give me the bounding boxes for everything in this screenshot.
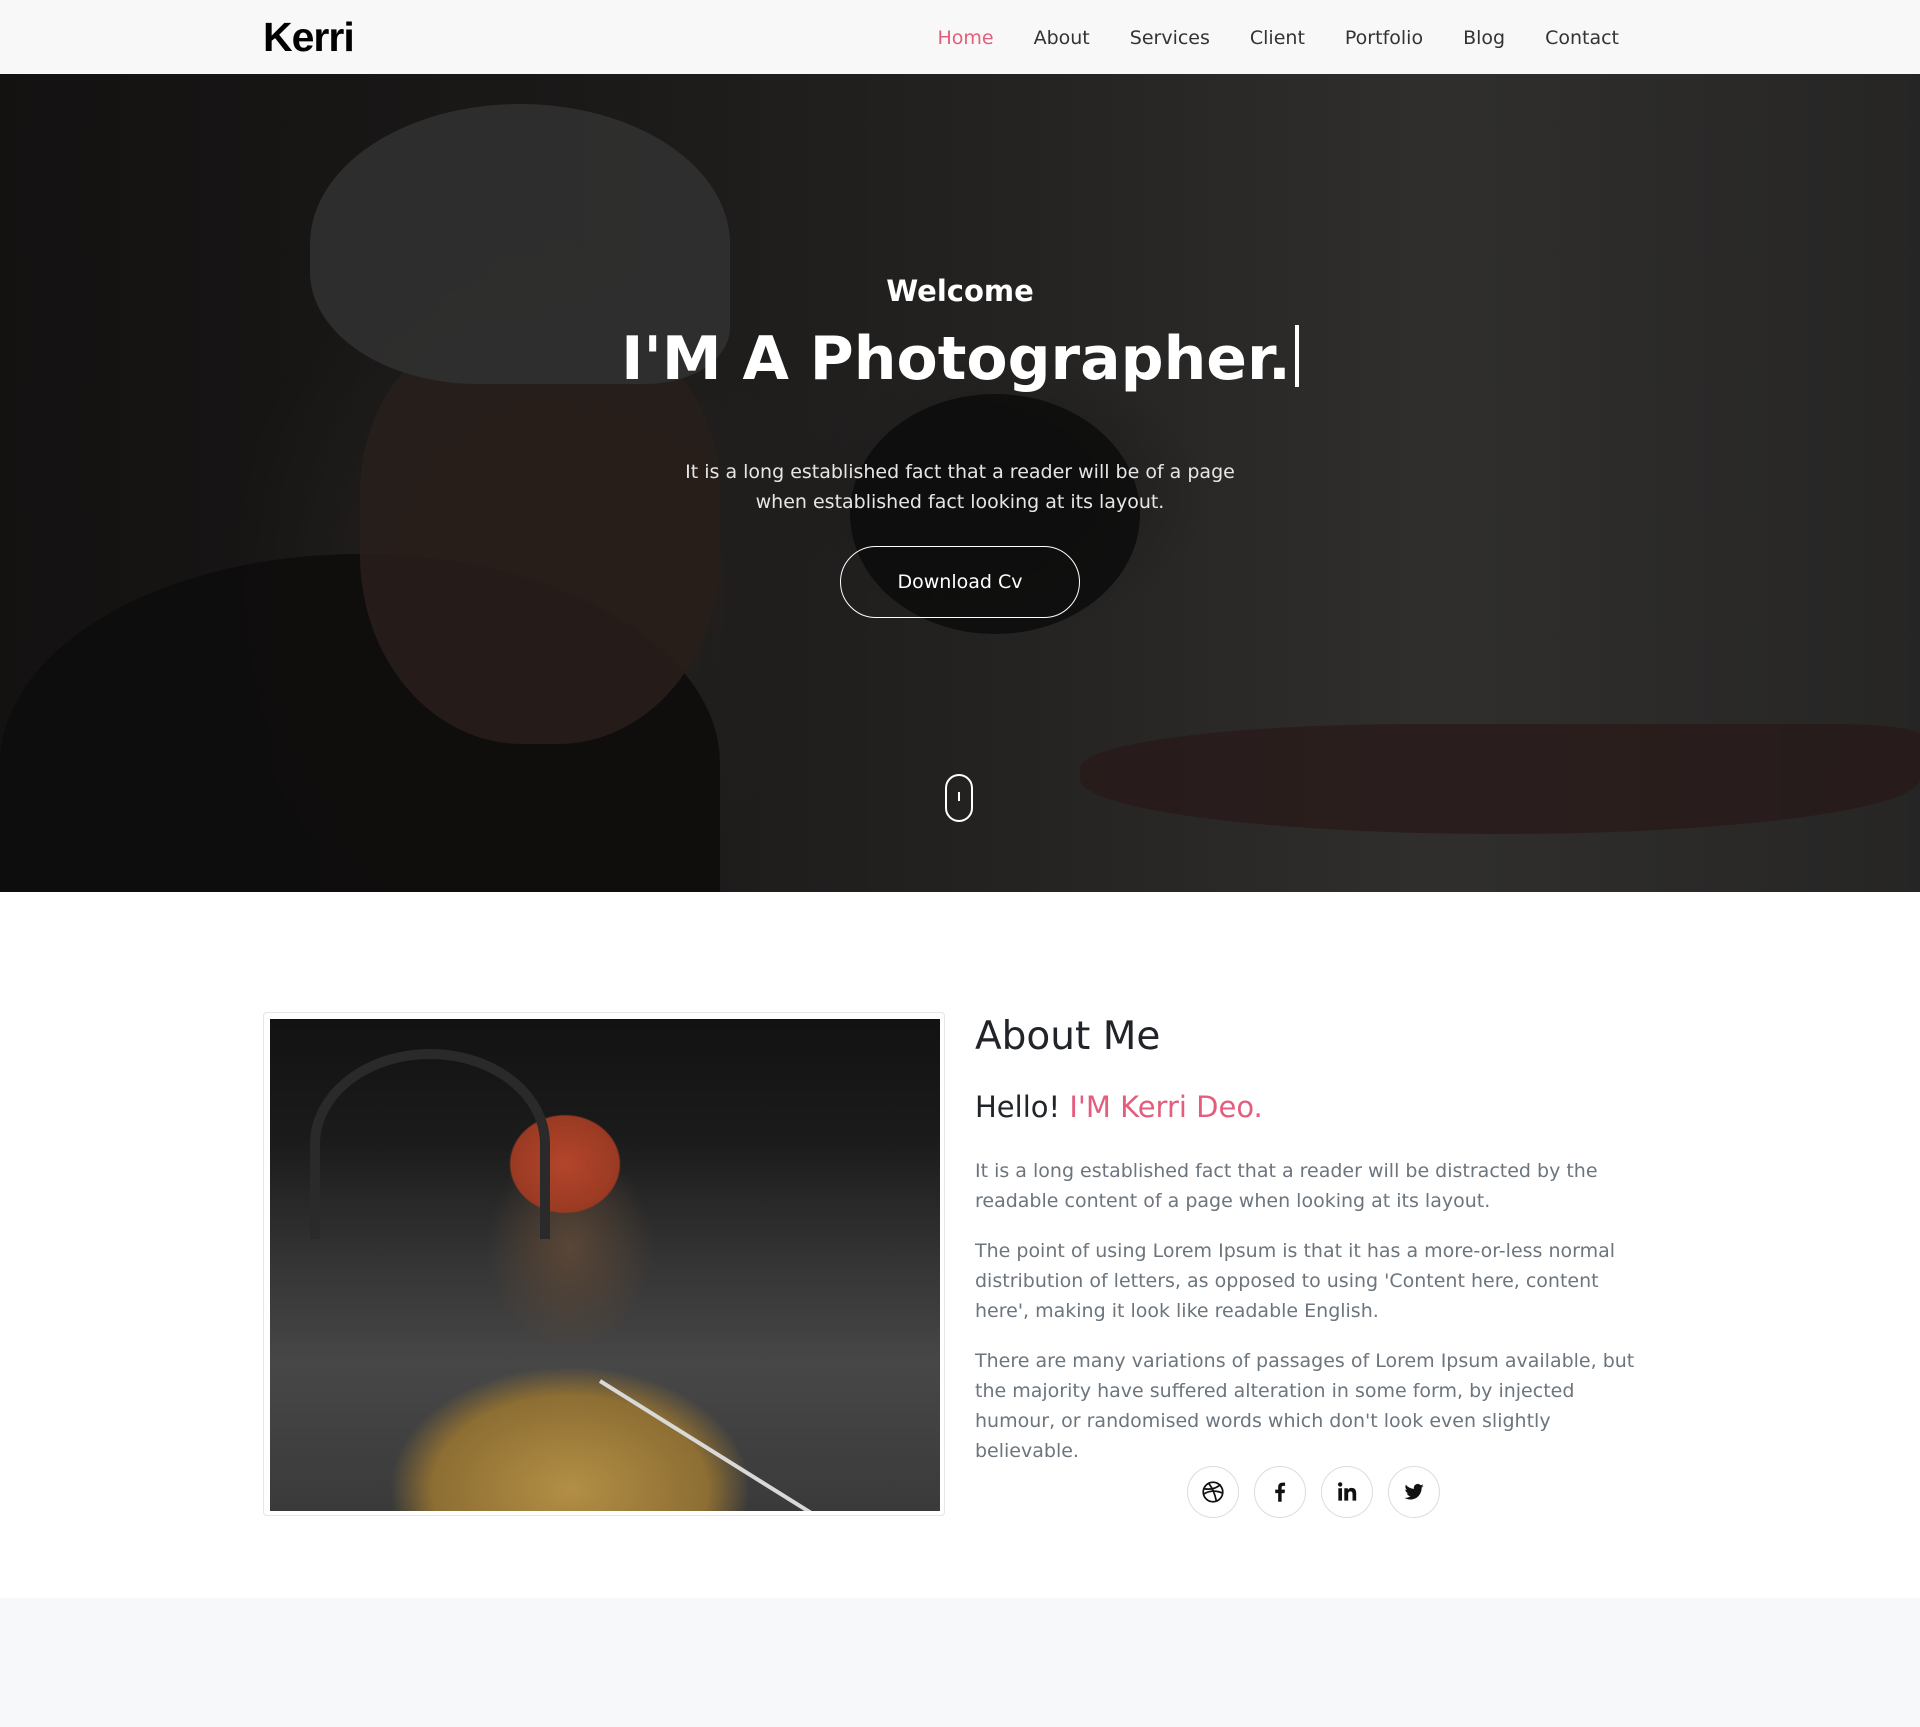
- download-cv-button[interactable]: Download Cv: [840, 546, 1080, 618]
- nav-home[interactable]: Home: [917, 24, 1013, 52]
- hero-welcome: Welcome: [886, 274, 1034, 308]
- navbar: Kerri Home About Services Client Portfol…: [0, 0, 1920, 74]
- nav-portfolio[interactable]: Portfolio: [1325, 24, 1443, 52]
- nav-client[interactable]: Client: [1230, 24, 1325, 52]
- about-section: About Me Hello! I'M Kerri Deo. It is a l…: [0, 892, 1920, 1598]
- social-links: [1187, 1466, 1440, 1518]
- twitter-icon[interactable]: [1388, 1466, 1440, 1518]
- hero-content: Welcome I'M A Photographer. It is a long…: [0, 74, 1920, 892]
- next-section: [0, 1598, 1920, 1727]
- hero-headline: I'M A Photographer.: [0, 324, 1920, 394]
- about-photo: [270, 1019, 940, 1511]
- dribbble-icon[interactable]: [1187, 1466, 1239, 1518]
- greeting-hello: Hello!: [975, 1090, 1061, 1124]
- nav-contact[interactable]: Contact: [1525, 24, 1639, 52]
- brand-logo[interactable]: Kerri: [263, 14, 355, 61]
- main-nav: Home About Services Client Portfolio Blo…: [917, 24, 1639, 52]
- about-greeting: Hello! I'M Kerri Deo.: [975, 1090, 1263, 1124]
- about-photo-frame: [263, 1012, 945, 1516]
- typing-cursor: [1294, 325, 1299, 387]
- greeting-name: I'M Kerri Deo.: [1069, 1090, 1263, 1124]
- about-title: About Me: [975, 1014, 1161, 1059]
- about-paragraph: It is a long established fact that a rea…: [975, 1160, 1598, 1212]
- about-paragraph: The point of using Lorem Ipsum is that i…: [975, 1240, 1616, 1322]
- linkedin-icon[interactable]: [1321, 1466, 1373, 1518]
- facebook-icon[interactable]: [1254, 1466, 1306, 1518]
- nav-services[interactable]: Services: [1110, 24, 1230, 52]
- hero-headline-text: I'M A Photographer.: [621, 324, 1291, 394]
- about-paragraph: There are many variations of passages of…: [975, 1350, 1635, 1462]
- hero-description: It is a long established fact that a rea…: [685, 461, 1235, 513]
- nav-blog[interactable]: Blog: [1443, 24, 1525, 52]
- hero-section: Welcome I'M A Photographer. It is a long…: [0, 74, 1920, 892]
- scroll-mouse-icon[interactable]: [945, 774, 973, 822]
- nav-about[interactable]: About: [1014, 24, 1110, 52]
